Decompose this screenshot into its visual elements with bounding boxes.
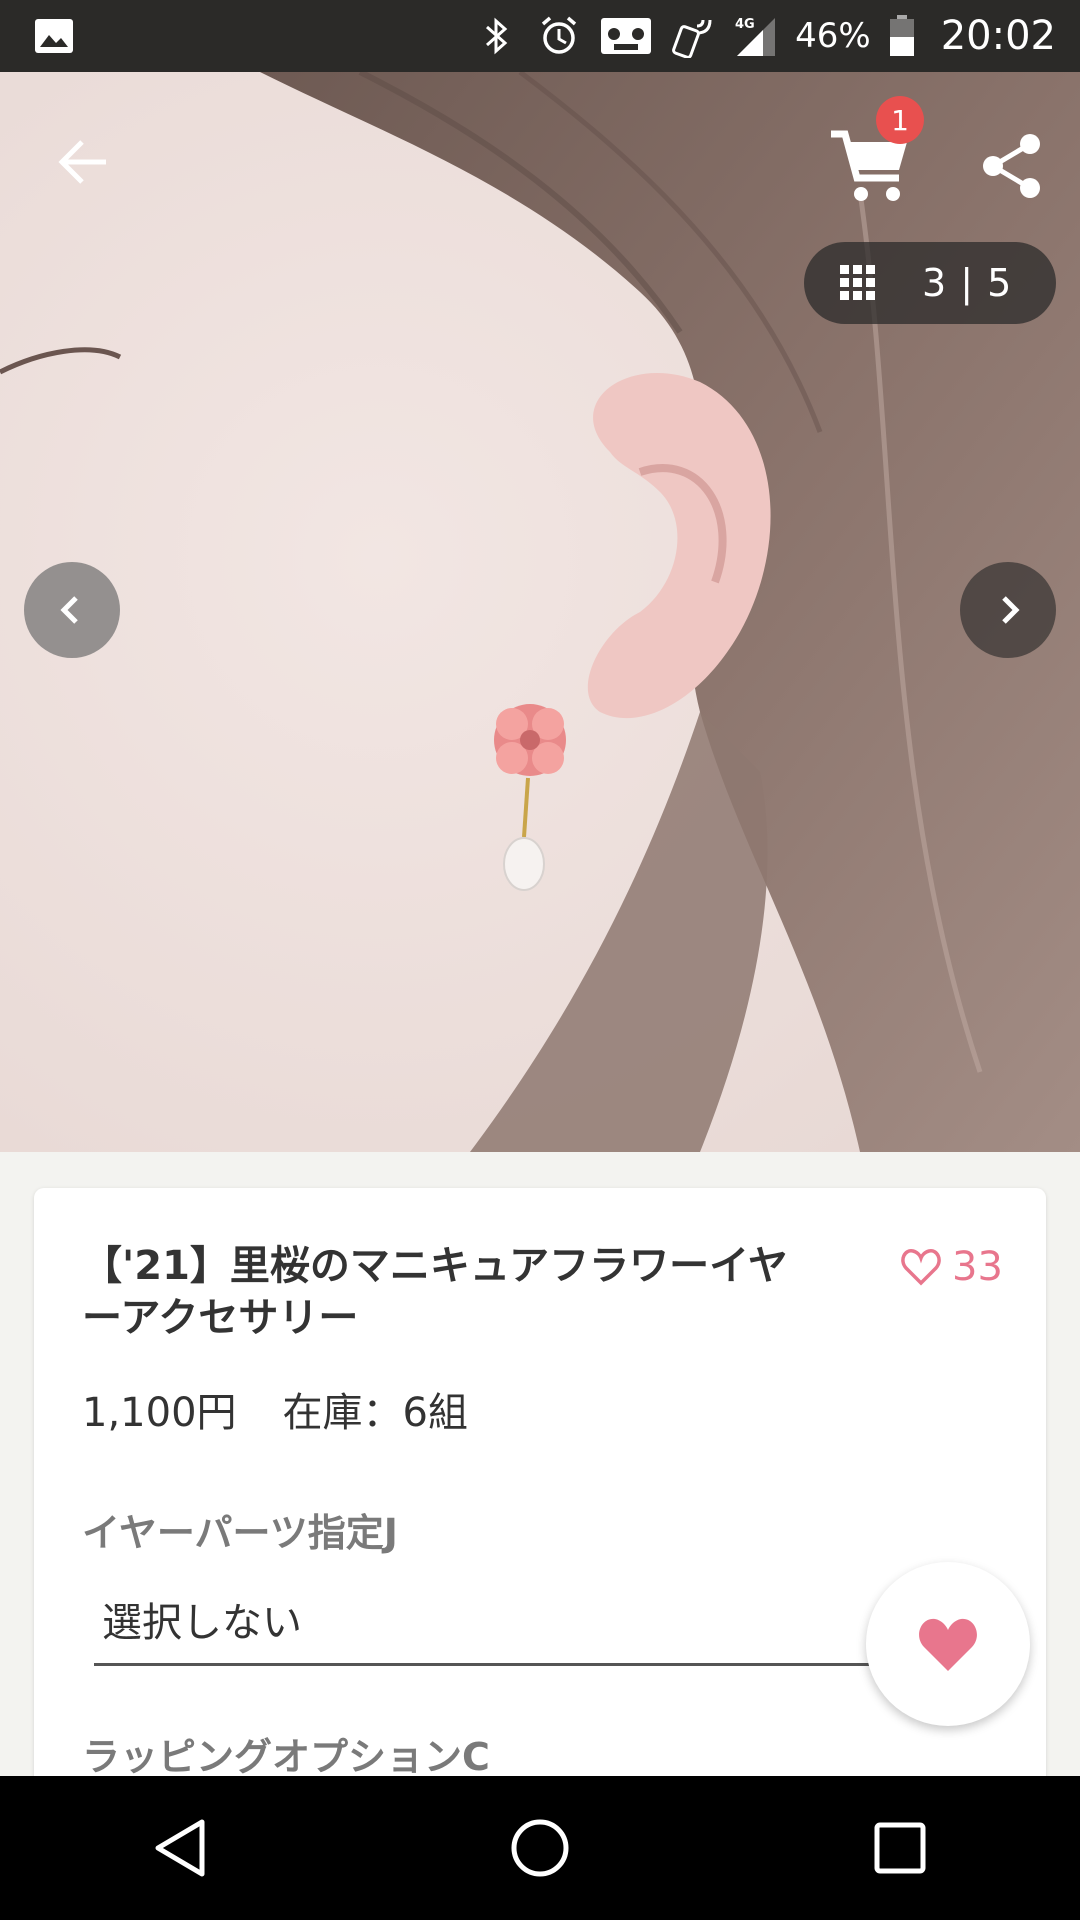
- alarm-icon: [542, 16, 577, 54]
- chevron-left-icon: [60, 596, 78, 624]
- system-navigation-bar: [0, 1776, 1080, 1920]
- ear-parts-select[interactable]: 選択しない: [94, 1582, 884, 1666]
- favorite-button[interactable]: [866, 1562, 1030, 1726]
- share-icon: [983, 134, 1040, 198]
- status-icons: 4G 46% 20:02: [475, 0, 1056, 72]
- stock: 在庫：6組: [282, 1390, 468, 1436]
- price: 1,100円: [82, 1390, 237, 1436]
- next-image-button[interactable]: [960, 562, 1056, 658]
- previous-image-button[interactable]: [24, 562, 120, 658]
- chevron-right-icon: [1002, 596, 1020, 624]
- back-triangle-icon: [155, 1819, 205, 1877]
- home-circle-icon: [511, 1819, 569, 1877]
- product-title: 【'21】里桜のマニキュアフラワーイヤーアクセサリー: [82, 1243, 788, 1341]
- cart-badge: 1: [876, 96, 924, 144]
- system-home-button[interactable]: [480, 1788, 600, 1908]
- product-image[interactable]: 1 3 | 5: [0, 72, 1080, 1152]
- heart-icon: [919, 1618, 977, 1671]
- heart-outline-icon: [901, 1249, 941, 1286]
- voicemail-icon: [601, 18, 652, 54]
- product-photo: [0, 72, 1080, 1152]
- ear-parts-label: イヤーパーツ指定J: [82, 1511, 398, 1555]
- like-count-value: 33: [952, 1244, 1003, 1290]
- recents-square-icon: [874, 1822, 926, 1874]
- nfc-icon: [672, 19, 712, 58]
- ear-parts-value: 選択しない: [102, 1600, 302, 1646]
- clock: 20:02: [940, 13, 1056, 59]
- gallery-icon: [35, 19, 73, 53]
- bluetooth-icon: [486, 17, 508, 55]
- back-button[interactable]: [44, 122, 124, 202]
- product-info-card: 【'21】里桜のマニキュアフラワーイヤーアクセサリー 33 1,100円 在庫：…: [34, 1188, 1046, 1808]
- grid-icon: [840, 265, 875, 300]
- image-counter: 3 | 5: [922, 261, 1013, 305]
- system-recents-button[interactable]: [840, 1788, 960, 1908]
- wrapping-option-label: ラッピングオプションC: [82, 1735, 490, 1779]
- share-button[interactable]: [968, 122, 1056, 210]
- system-back-button[interactable]: [120, 1788, 240, 1908]
- signal-icon: 4G: [735, 17, 776, 56]
- svg-text:4G: 4G: [735, 17, 755, 32]
- battery-percent: 46%: [795, 16, 871, 56]
- back-arrow-icon: [58, 140, 106, 184]
- status-bar: 4G 46% 20:02: [0, 0, 1080, 72]
- like-count[interactable]: 33: [900, 1244, 1003, 1290]
- battery-icon: [889, 15, 914, 56]
- image-pager[interactable]: 3 | 5: [804, 242, 1056, 324]
- price-stock-row: 1,100円 在庫：6組: [82, 1380, 468, 1438]
